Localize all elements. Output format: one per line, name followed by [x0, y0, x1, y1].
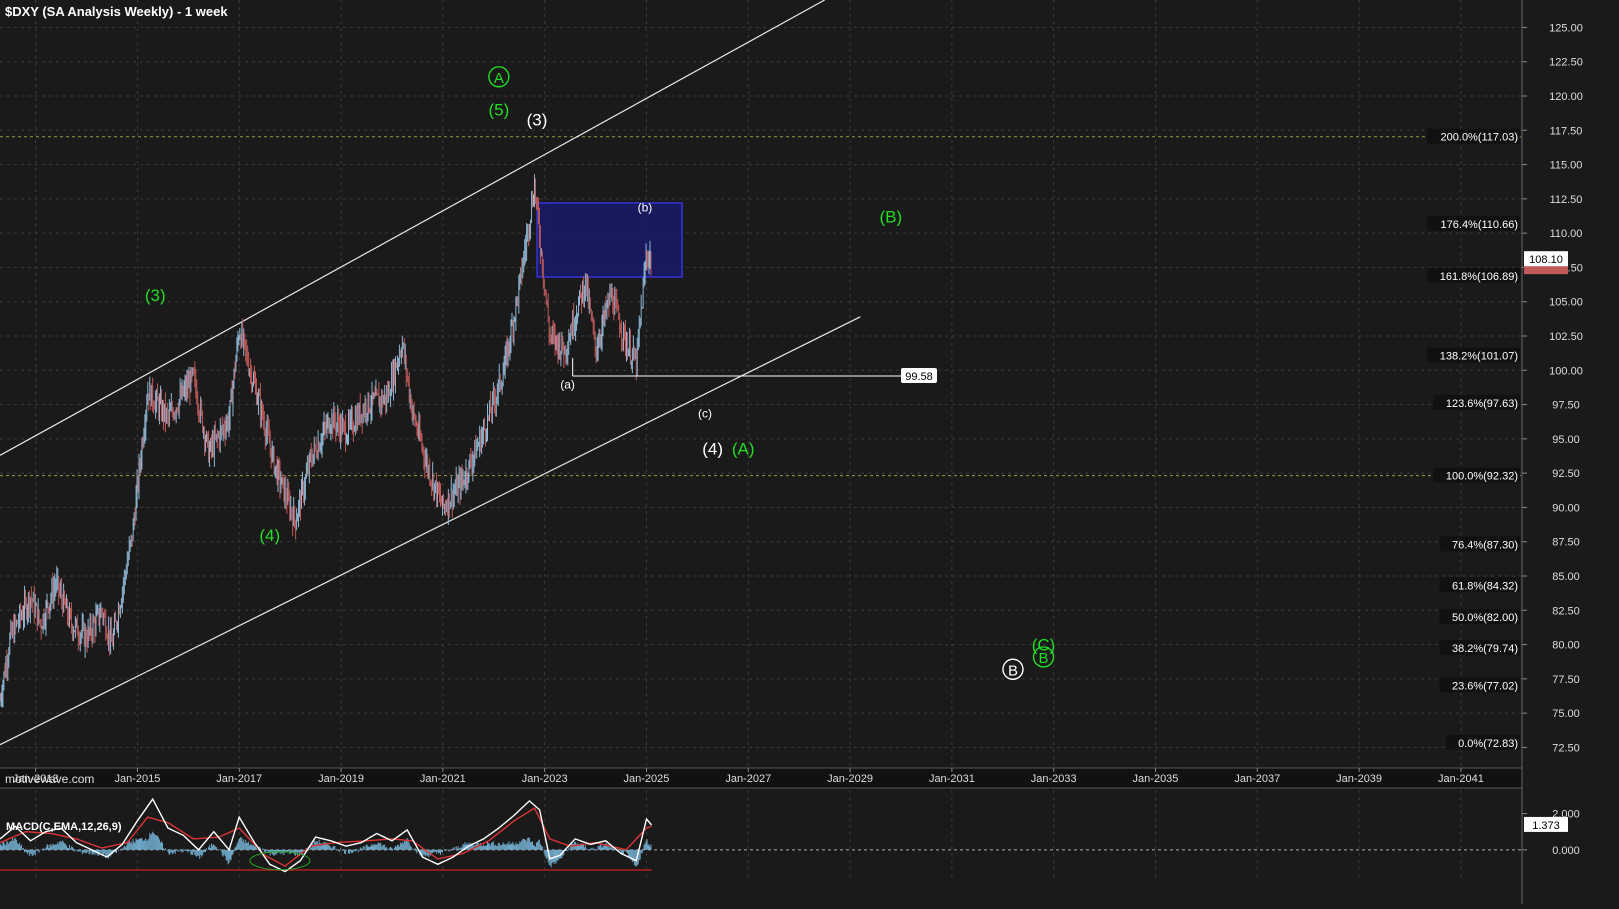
- chart-title: $DXY (SA Analysis Weekly) - 1 week: [5, 4, 228, 19]
- date-tick-label: Jan-2021: [420, 773, 466, 785]
- date-tick-label: Jan-2017: [216, 773, 262, 785]
- date-tick-label: Jan-2019: [318, 773, 364, 785]
- wave-label: (b): [638, 201, 653, 215]
- watermark: motivewave.com: [5, 772, 95, 786]
- wave-label: B: [1039, 650, 1049, 667]
- wave-label: (a): [560, 378, 575, 392]
- price-tick-label: 75.00: [1552, 708, 1580, 720]
- price-tick-label: 87.50: [1552, 537, 1580, 549]
- fib-label: 23.6%(77.02): [1452, 680, 1518, 692]
- wave-label: B: [1008, 662, 1018, 679]
- fib-label: 176.4%(110.66): [1441, 219, 1518, 231]
- date-tick-label: Jan-2025: [624, 773, 670, 785]
- wave-label: (5): [488, 101, 509, 120]
- price-tick-label: 117.50: [1550, 125, 1583, 137]
- fib-label: 161.8%(106.89): [1440, 271, 1518, 283]
- fib-label: 50.0%(82.00): [1452, 612, 1518, 624]
- wave-label: A: [494, 70, 504, 87]
- chart-svg: Jan-2013 Jan-2015 Jan-2017 Jan-2019 Jan-2021…: [0, 0, 1619, 904]
- date-tick-label: Jan-2029: [827, 773, 873, 785]
- support-label: 99.58: [905, 371, 933, 383]
- date-tick-label: Jan-2031: [929, 773, 975, 785]
- price-tick-label: 95.00: [1552, 434, 1580, 446]
- date-tick-label: Jan-2037: [1234, 773, 1280, 785]
- price-tick-label: 100.00: [1549, 365, 1583, 377]
- macd-title: MACD(C,EMA,12,26,9): [6, 821, 122, 833]
- last-price-label: 108.10: [1529, 254, 1563, 266]
- fib-label: 38.2%(79.74): [1452, 643, 1518, 655]
- price-tick-label: 110.00: [1550, 228, 1583, 240]
- date-tick-label: Jan-2033: [1031, 773, 1077, 785]
- price-tick-label: 72.50: [1552, 742, 1580, 754]
- price-tick-label: 82.50: [1552, 605, 1580, 617]
- price-tick-label: 122.50: [1549, 57, 1583, 69]
- wave-label: (3): [527, 110, 548, 129]
- price-tick-label: 125.00: [1549, 22, 1583, 34]
- target-box: [536, 202, 683, 278]
- date-tick-label: Jan-2023: [522, 773, 568, 785]
- fib-label: 61.8%(84.32): [1452, 580, 1518, 592]
- wave-label: (4): [259, 526, 280, 545]
- wave-label: (A): [732, 439, 755, 458]
- date-tick-label: Jan-2015: [115, 773, 161, 785]
- price-tick-label: 97.50: [1552, 400, 1580, 412]
- macd-last-value-label: 1.373: [1532, 820, 1560, 832]
- price-tick-label: 85.00: [1552, 571, 1580, 583]
- fib-label: 76.4%(87.30): [1452, 539, 1518, 551]
- chart-stage: Jan-2013 Jan-2015 Jan-2017 Jan-2019 Jan-2021…: [0, 0, 1619, 904]
- price-tick-label: 80.00: [1552, 640, 1580, 652]
- price-tick-label: 92.50: [1552, 468, 1580, 480]
- fib-label: 100.0%(92.32): [1446, 471, 1518, 483]
- date-tick-label: Jan-2041: [1438, 773, 1484, 785]
- wave-label: (3): [145, 286, 166, 305]
- price-tick-label: 77.50: [1552, 674, 1580, 686]
- price-tick-label: 112.50: [1550, 194, 1583, 206]
- wave-label: (4): [702, 439, 723, 458]
- date-tick-label: Jan-2039: [1336, 773, 1382, 785]
- date-tick-label: Jan-2035: [1133, 773, 1179, 785]
- wave-label: (c): [698, 406, 712, 420]
- wave-label: (B): [879, 208, 902, 227]
- fib-label: 138.2%(101.07): [1440, 351, 1518, 363]
- price-tick-label: 115.00: [1550, 160, 1583, 172]
- price-tick-label: 120.00: [1549, 91, 1583, 103]
- date-tick-label: Jan-2027: [725, 773, 771, 785]
- price-tick-label: 102.50: [1549, 331, 1583, 343]
- fib-label: 0.0%(72.83): [1458, 738, 1518, 750]
- macd-tick-label: 0.000: [1552, 845, 1580, 857]
- price-tick-label: 90.00: [1552, 502, 1580, 514]
- fib-label: 200.0%(117.03): [1441, 132, 1518, 144]
- fib-label: 123.6%(97.63): [1446, 398, 1518, 410]
- price-tick-label: 105.00: [1549, 297, 1583, 309]
